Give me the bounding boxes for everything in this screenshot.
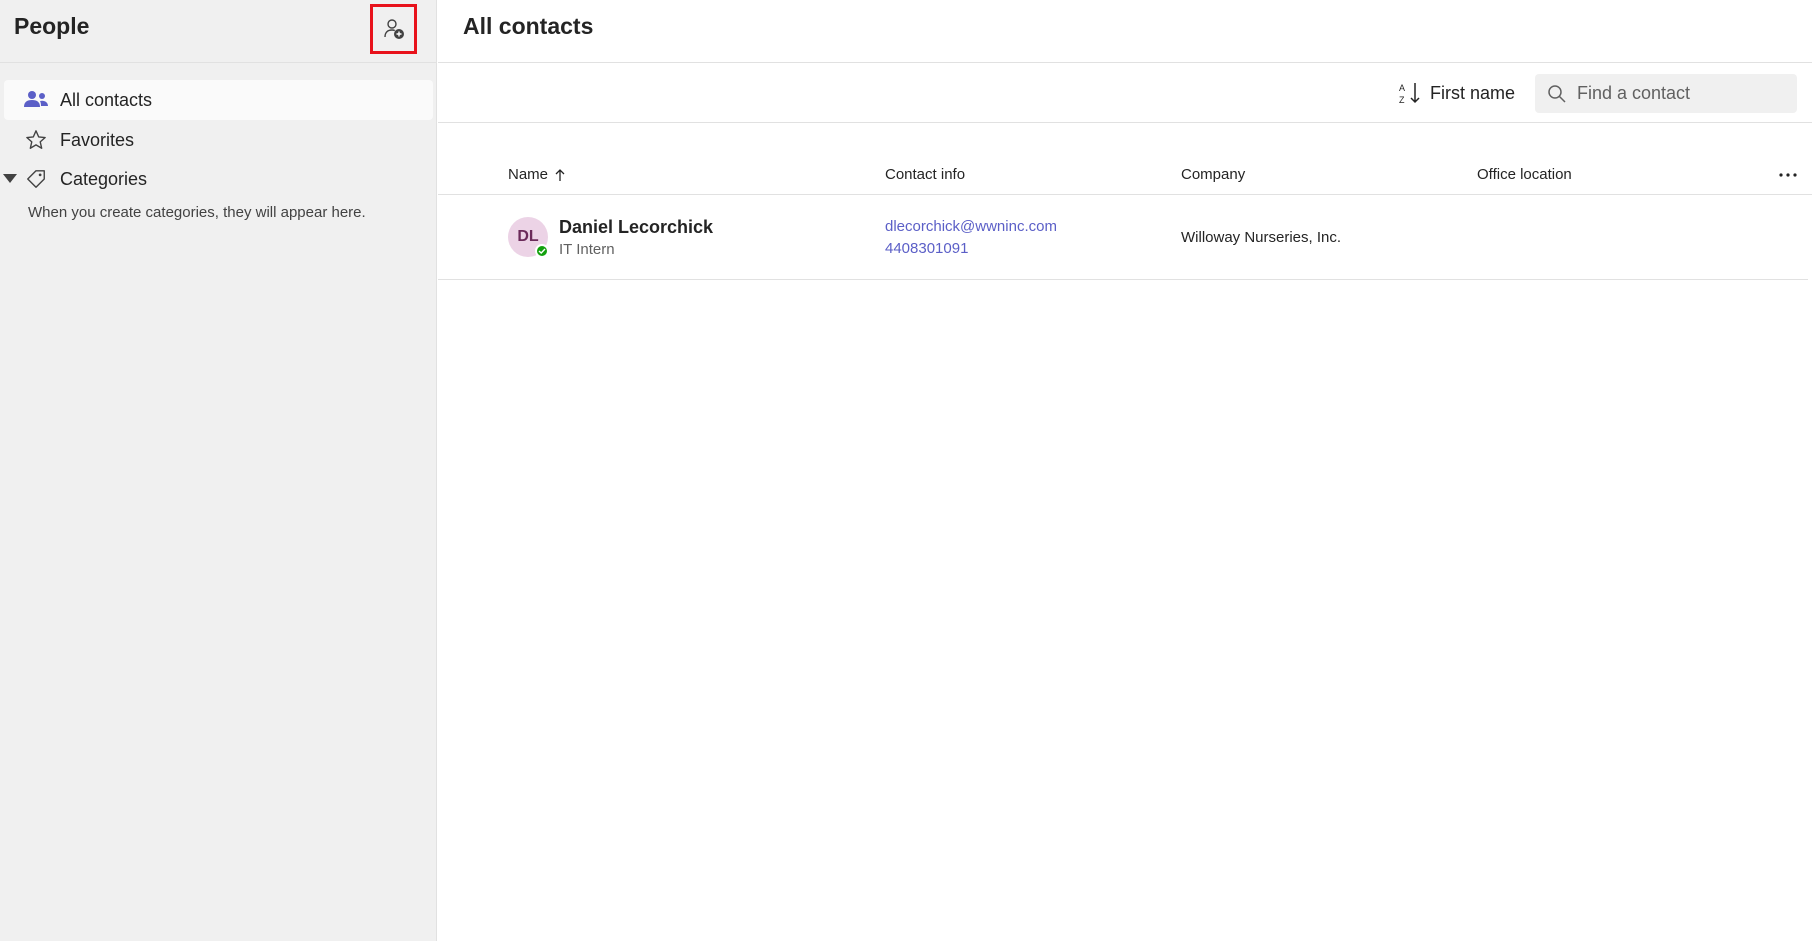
sidebar-item-favorites[interactable]: Favorites [0, 120, 433, 160]
sidebar-item-label: Favorites [60, 129, 135, 150]
app-title: People [14, 13, 90, 39]
contact-name: Daniel Lecorchick [559, 217, 714, 237]
svg-text:A: A [1399, 83, 1405, 93]
sidebar-item-label: Categories [60, 168, 148, 189]
main-panel: All contacts A Z First name Find a conta… [438, 0, 1812, 941]
tag-icon [24, 167, 48, 191]
search-box[interactable] [1535, 74, 1797, 113]
star-icon [24, 128, 48, 152]
sidebar-item-label: All contacts [60, 89, 153, 110]
add-contact-button[interactable] [370, 4, 417, 54]
main-header: All contacts [438, 0, 1812, 63]
sidebar-header: People [0, 0, 437, 63]
search-input[interactable] [1577, 83, 1777, 104]
sort-button[interactable]: A Z First name [1398, 75, 1515, 111]
column-header-contact-info[interactable]: Contact info [885, 166, 965, 183]
categories-hint: When you create categories, they will ap… [28, 204, 366, 221]
table-row[interactable]: DL Daniel Lecorchick IT Intern dlecorchi… [438, 195, 1808, 280]
column-header-name[interactable]: Name [508, 166, 566, 183]
sort-az-icon: A Z [1398, 81, 1422, 105]
people-icon [24, 88, 48, 112]
sidebar: People All contacts Favorites Categories… [0, 0, 437, 941]
more-horizontal-icon [1779, 173, 1797, 177]
caret-down-icon[interactable] [2, 171, 18, 187]
page-title: All contacts [463, 13, 594, 39]
toolbar: A Z First name [438, 63, 1812, 123]
search-icon [1547, 84, 1567, 104]
contact-company: Willoway Nurseries, Inc. [1181, 229, 1342, 246]
column-header-company[interactable]: Company [1181, 166, 1245, 183]
sidebar-item-categories[interactable]: Categories [0, 160, 433, 198]
contact-phone-link[interactable]: 4408301091 [885, 240, 968, 257]
contact-email-link[interactable]: dlecorchick@wwninc.com [885, 218, 1057, 235]
sidebar-item-all-contacts[interactable]: All contacts [4, 80, 433, 120]
contact-job-title: IT Intern [559, 241, 615, 258]
presence-available-icon [535, 244, 549, 258]
column-header-label: Name [508, 166, 549, 183]
more-options-button[interactable] [1774, 161, 1802, 189]
arrow-up-icon [554, 168, 566, 182]
column-header-office-location[interactable]: Office location [1477, 166, 1572, 183]
sort-label: First name [1430, 82, 1516, 103]
table-header: Name Contact info Company Office locatio… [438, 156, 1812, 195]
person-add-icon [383, 19, 404, 39]
svg-text:Z: Z [1399, 95, 1405, 105]
